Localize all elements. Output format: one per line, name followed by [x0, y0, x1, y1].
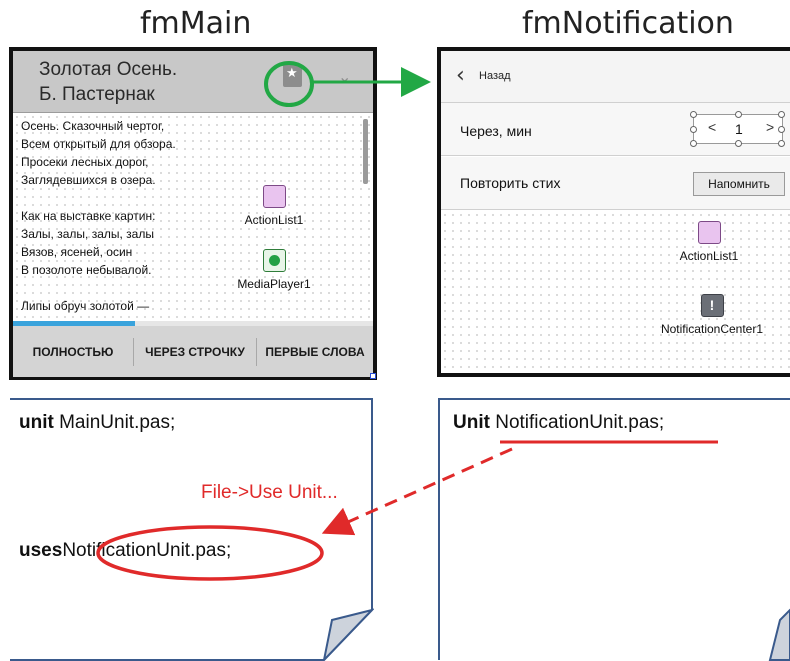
uses-highlight-ellipse: [96, 525, 324, 581]
annotation-overlay: [96, 61, 718, 581]
use-unit-arrow: [321, 447, 513, 536]
bookmark-highlight-circle: [264, 61, 314, 107]
